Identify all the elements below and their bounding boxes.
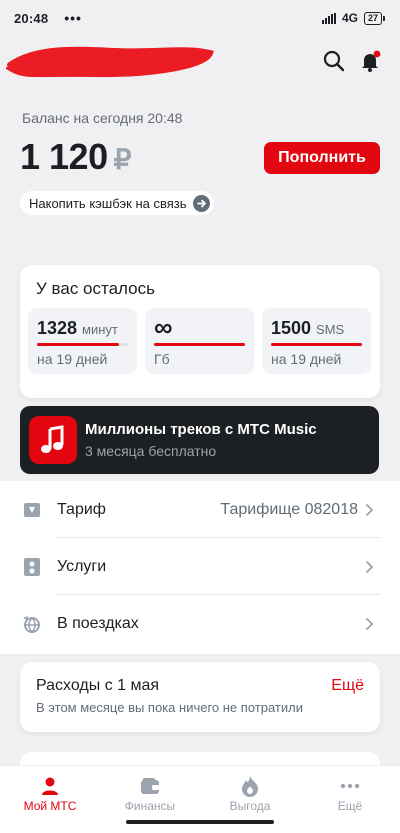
minutes-value: 1328 xyxy=(37,318,78,338)
balance-value: 1 120 xyxy=(20,136,108,177)
menu-tariff-value: Тарифище 082018 xyxy=(220,500,358,518)
remaining-title: У вас осталось xyxy=(36,279,155,298)
sms-unit: SMS xyxy=(316,322,345,337)
tab-more-label: Ещё xyxy=(337,799,363,813)
globe-plane-icon xyxy=(22,614,42,634)
top-header xyxy=(0,38,400,84)
internet-unit: Гб xyxy=(154,351,170,367)
status-bar: 20:48 ••• 4G 27 xyxy=(0,0,400,36)
menu-services-label: Услуги xyxy=(57,557,107,575)
network-type: 4G xyxy=(341,11,358,25)
menu-item-travel[interactable]: В поездках xyxy=(0,595,400,652)
remaining-card[interactable]: У вас осталось 1328 минут на 19 дней ∞ Гб… xyxy=(20,265,380,398)
chevron-right-icon xyxy=(366,560,374,573)
internet-unlimited-value: ∞ xyxy=(154,312,173,342)
expenses-card[interactable]: Расходы с 1 мая Ещё В этом месяце вы пок… xyxy=(20,662,380,732)
currency-sign: ₽ xyxy=(113,144,132,175)
tab-more[interactable]: Ещё xyxy=(300,766,400,818)
services-icon xyxy=(22,557,42,577)
status-indicators: 4G 27 xyxy=(321,11,386,25)
cashback-link[interactable]: Накопить кэшбэк на связь xyxy=(20,191,214,215)
more-dots-icon xyxy=(338,774,362,798)
topup-button[interactable]: Пополнить xyxy=(264,142,380,174)
chevron-right-icon xyxy=(366,503,374,516)
home-indicator[interactable] xyxy=(126,820,274,824)
sms-progress-bar xyxy=(271,343,362,346)
battery-level: 27 xyxy=(367,12,378,23)
minutes-unit: минут xyxy=(82,322,118,337)
menu-tariff-label: Тариф xyxy=(57,500,106,518)
expenses-subtitle: В этом месяце вы пока ничего не потратил… xyxy=(36,700,303,715)
arrow-right-icon xyxy=(192,194,210,212)
tab-finance-label: Финансы xyxy=(124,799,176,813)
minutes-tile[interactable]: 1328 минут на 19 дней xyxy=(28,308,137,374)
notifications-bell-icon[interactable] xyxy=(357,48,383,74)
tab-my-mts[interactable]: Мой МТС xyxy=(0,766,100,818)
promo-subtitle: 3 месяца бесплатно xyxy=(85,443,217,459)
sms-value: 1500 xyxy=(271,318,312,338)
wallet-icon xyxy=(138,774,162,798)
battery-icon: 27 xyxy=(363,11,386,25)
music-note-icon xyxy=(29,416,77,464)
balance-amount: 1 120 ₽ xyxy=(20,136,131,178)
tab-benefits[interactable]: Выгода xyxy=(200,766,300,818)
sms-period: на 19 дней xyxy=(271,351,342,367)
status-time: 20:48 xyxy=(14,10,49,26)
tab-finance[interactable]: Финансы xyxy=(100,766,200,818)
minutes-progress-bar xyxy=(37,343,128,346)
person-icon xyxy=(38,774,62,798)
balance-caption: Баланс на сегодня 20:48 xyxy=(22,110,183,126)
tab-my-mts-label: Мой МТС xyxy=(23,799,77,813)
internet-tile[interactable]: ∞ Гб xyxy=(145,308,254,374)
minutes-period: на 19 дней xyxy=(37,351,108,367)
promo-title: Миллионы треков с МТС Music xyxy=(85,421,317,438)
menu-item-services[interactable]: Услуги xyxy=(0,538,400,595)
notification-dots-icon: ••• xyxy=(64,10,82,26)
menu-travel-label: В поездках xyxy=(57,614,139,632)
expenses-more-link[interactable]: Ещё xyxy=(331,677,364,695)
sms-tile[interactable]: 1500 SMS на 19 дней xyxy=(262,308,371,374)
expenses-title: Расходы с 1 мая xyxy=(36,677,160,694)
chevron-right-icon xyxy=(366,617,374,630)
mts-music-promo-banner[interactable]: Миллионы треков с МТС Music 3 месяца бес… xyxy=(20,406,379,474)
redacted-name-scribble xyxy=(6,46,214,78)
signal-icon xyxy=(321,12,336,24)
internet-progress-bar xyxy=(154,343,245,346)
tab-benefits-label: Выгода xyxy=(229,799,271,813)
wallet-card-icon xyxy=(22,500,42,520)
search-icon[interactable] xyxy=(321,48,347,74)
cashback-label: Накопить кэшбэк на связь xyxy=(29,195,187,211)
flame-icon xyxy=(238,774,262,798)
account-menu: Тариф Тарифище 082018 Услуги В поездках xyxy=(0,481,400,654)
menu-item-tariff[interactable]: Тариф Тарифище 082018 xyxy=(0,481,400,538)
